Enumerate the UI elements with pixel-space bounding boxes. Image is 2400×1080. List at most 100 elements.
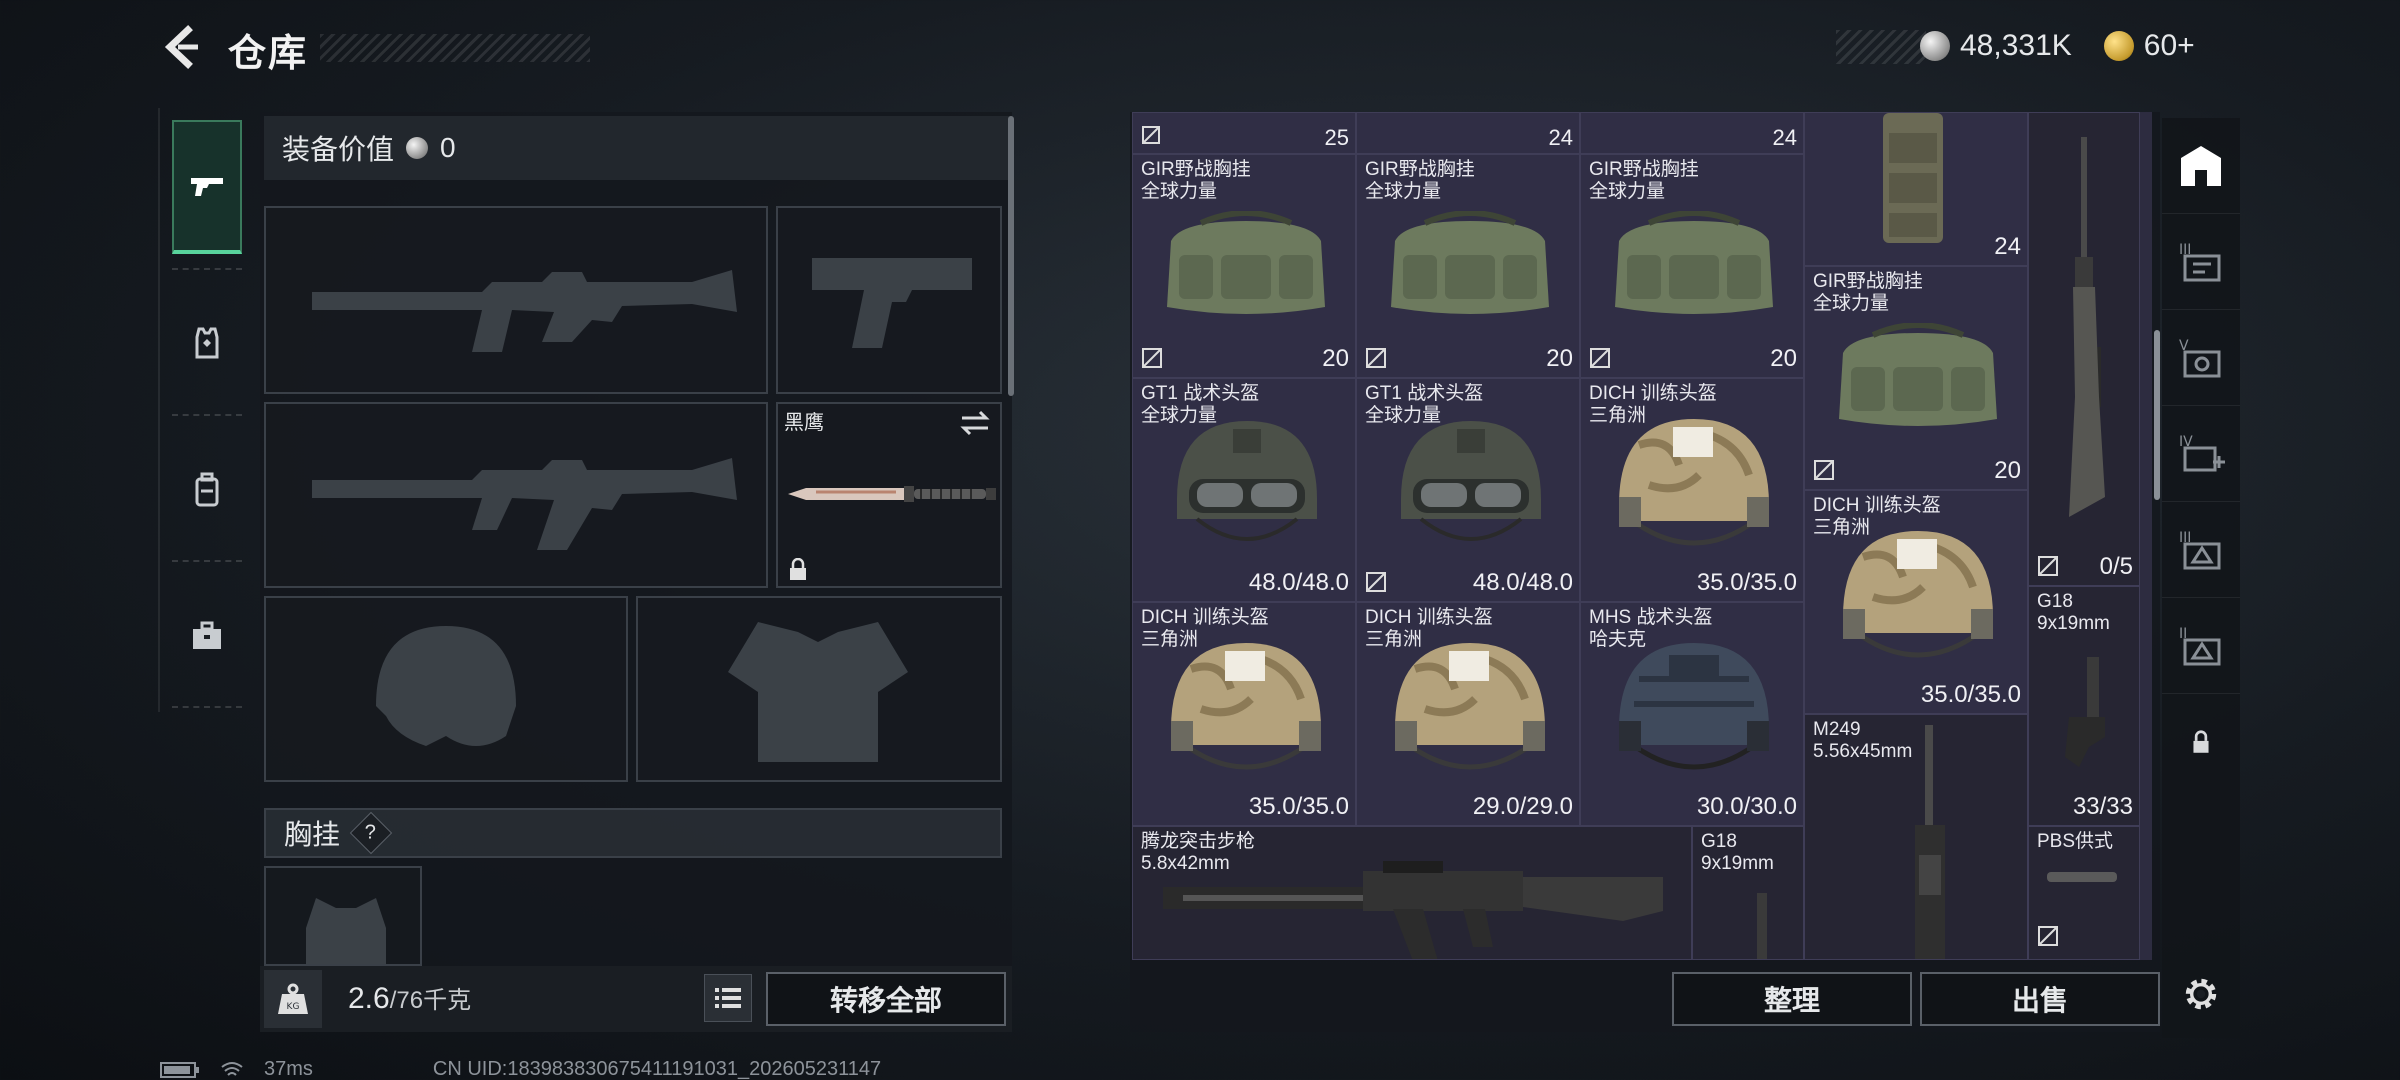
stash-item-pistol[interactable]: G18 9x19mm 33/33 <box>2028 586 2140 826</box>
pistol-silhouette-icon <box>812 258 972 348</box>
item-count: 20 <box>1994 457 2021 484</box>
chest-rig-section-header: 胸挂 ? <box>264 808 1002 858</box>
item-count: 20 <box>1322 345 1349 372</box>
primary-weapon-slot-2[interactable] <box>264 402 768 588</box>
item-name: M249 <box>1813 719 1861 740</box>
left-category-tabs <box>158 108 252 712</box>
armor-silhouette-icon <box>728 622 908 762</box>
no-insure-icon <box>1590 348 1610 368</box>
tab-locked[interactable] <box>2162 694 2240 790</box>
equipment-value-label: 装备价值 <box>282 134 395 165</box>
stash-item[interactable]: 25 <box>1132 112 1356 154</box>
stash-item-helmet[interactable]: DICH 训练头盔 三角洲 29.0/29.0 <box>1356 602 1580 826</box>
item-name: DICH 训练头盔 <box>1813 495 1941 516</box>
item-durability: 35.0/35.0 <box>1920 681 2021 708</box>
battery-icon <box>160 1061 199 1078</box>
helmet-slot[interactable] <box>264 596 628 782</box>
tab-case[interactable] <box>172 568 242 702</box>
stash-item-helmet[interactable]: GT1 战术头盔 全球力量 48.0/48.0 <box>1132 378 1356 602</box>
tab-all-stash[interactable] <box>2162 118 2240 214</box>
scrollbar[interactable] <box>1008 116 1014 396</box>
stash-item-machine-gun[interactable]: M249 5.56x45mm <box>1804 714 2028 960</box>
tactical-helmet-icon <box>1177 421 1317 541</box>
gold-amount[interactable]: 60+ <box>2144 29 2195 63</box>
tab-stash-3b[interactable]: III <box>2162 502 2240 598</box>
tab-stash-5[interactable]: V <box>2162 310 2240 406</box>
item-name: GIR野战胸挂 <box>1141 159 1251 180</box>
pistol-slot[interactable] <box>776 206 1002 394</box>
stash-item-tall-bag[interactable]: 24 <box>1804 112 2028 266</box>
gear-icon <box>2185 978 2217 1010</box>
item-count: 24 <box>1772 125 1797 150</box>
equipment-value: 0 <box>440 132 456 163</box>
chest-rig-slot[interactable] <box>264 866 422 966</box>
item-brand: 全球力量 <box>1813 293 1890 314</box>
tab-weapons[interactable] <box>172 120 242 254</box>
stash-item-helmet[interactable]: DICH 训练头盔 三角洲 35.0/35.0 <box>1580 378 1804 602</box>
no-insure-icon <box>1366 348 1386 368</box>
list-view-button[interactable] <box>704 974 752 1022</box>
wifi-icon <box>221 1061 243 1076</box>
item-name: GT1 战术头盔 <box>1365 383 1484 404</box>
rifle-silhouette-icon <box>312 270 737 352</box>
stash-item-helmet[interactable]: DICH 训练头盔 三角洲 35.0/35.0 <box>1804 490 2028 714</box>
sell-button[interactable]: 出售 <box>1920 972 2160 1026</box>
tab-stash-2[interactable]: II <box>2162 598 2240 694</box>
melee-item-name: 黑鹰 <box>784 412 824 434</box>
stash-item-helmet[interactable]: MHS 战术头盔 哈夫克 30.0/30.0 <box>1580 602 1804 826</box>
stash-item-pistol[interactable]: G18 9x19mm <box>1692 826 1804 960</box>
stash-item-chest-rig[interactable]: GIR野战胸挂 全球力量 20 <box>1804 266 2028 490</box>
pistol-item-icon <box>2065 657 2105 767</box>
stash-item-helmet[interactable]: GT1 战术头盔 全球力量 48.0/48.0 <box>1356 378 1580 602</box>
item-durability: 35.0/35.0 <box>1248 793 1349 820</box>
swap-icon[interactable] <box>958 410 992 436</box>
machine-gun-icon <box>1915 725 1945 959</box>
stash-item-chest-rig[interactable]: GIR野战胸挂 全球力量 20 <box>1356 154 1580 378</box>
ping: 37ms <box>264 1058 313 1080</box>
no-insure-icon <box>2038 556 2058 576</box>
tab-stash-3[interactable]: III <box>2162 214 2240 310</box>
stash-section-icon: III <box>2179 530 2221 569</box>
tab-stash-4[interactable]: IV <box>2162 406 2240 502</box>
item-name: DICH 训练头盔 <box>1589 383 1717 404</box>
chest-rig-silhouette-icon <box>306 898 386 964</box>
item-name: GIR野战胸挂 <box>1365 159 1475 180</box>
assault-rifle-icon <box>1163 861 1663 959</box>
help-icon[interactable]: ? <box>349 811 393 855</box>
stash-item-chest-rig[interactable]: GIR野战胸挂 全球力量 20 <box>1132 154 1356 378</box>
item-name: G18 <box>1701 831 1737 852</box>
stash-item-assault-rifle[interactable]: 腾龙突击步枪 5.8x42mm <box>1132 826 1692 960</box>
stash-item[interactable]: 24 <box>1356 112 1580 154</box>
stash-item-sniper-rifle[interactable]: 0/5 <box>2028 112 2140 586</box>
silver-coin-icon <box>1920 31 1950 61</box>
tab-backpack[interactable] <box>172 422 242 556</box>
stash-item-helmet[interactable]: DICH 训练头盔 三角洲 35.0/35.0 <box>1132 602 1356 826</box>
chest-rig-item-icon <box>1839 323 1997 426</box>
scrollbar[interactable] <box>2154 330 2160 500</box>
item-brand: 全球力量 <box>1141 181 1218 202</box>
lock-icon <box>790 558 806 580</box>
weight-icon: KG <box>264 970 322 1028</box>
tactical-helmet-icon <box>1401 421 1541 541</box>
stash-item-suppressor[interactable]: PBS供式 <box>2028 826 2140 960</box>
sniper-rifle-icon <box>2069 137 2105 517</box>
melee-slot[interactable]: 黑鹰 <box>776 402 1002 588</box>
silver-coin-icon <box>406 137 429 159</box>
item-durability: 35.0/35.0 <box>1696 569 1797 596</box>
training-helmet-icon <box>1843 531 1993 658</box>
weight-unit: 千克 <box>423 987 472 1014</box>
back-arrow-icon[interactable] <box>158 24 204 70</box>
chest-rig-label: 胸挂 <box>284 819 341 850</box>
stash-icon <box>2181 145 2221 186</box>
stash-item-chest-rig[interactable]: GIR野战胸挂 全球力量 20 <box>1580 154 1804 378</box>
sort-button[interactable]: 整理 <box>1672 972 1912 1026</box>
stash-item[interactable]: 24 <box>1580 112 1804 154</box>
chest-rig-item-icon <box>1391 211 1549 314</box>
settings-button[interactable] <box>2162 946 2240 1042</box>
tab-armor[interactable] <box>172 276 242 410</box>
chest-rig-item-icon <box>1615 211 1773 314</box>
body-armor-slot[interactable] <box>636 596 1002 782</box>
transfer-all-button[interactable]: 转移全部 <box>766 972 1006 1026</box>
item-ammo: 0/5 <box>2099 553 2133 580</box>
primary-weapon-slot-1[interactable] <box>264 206 768 394</box>
